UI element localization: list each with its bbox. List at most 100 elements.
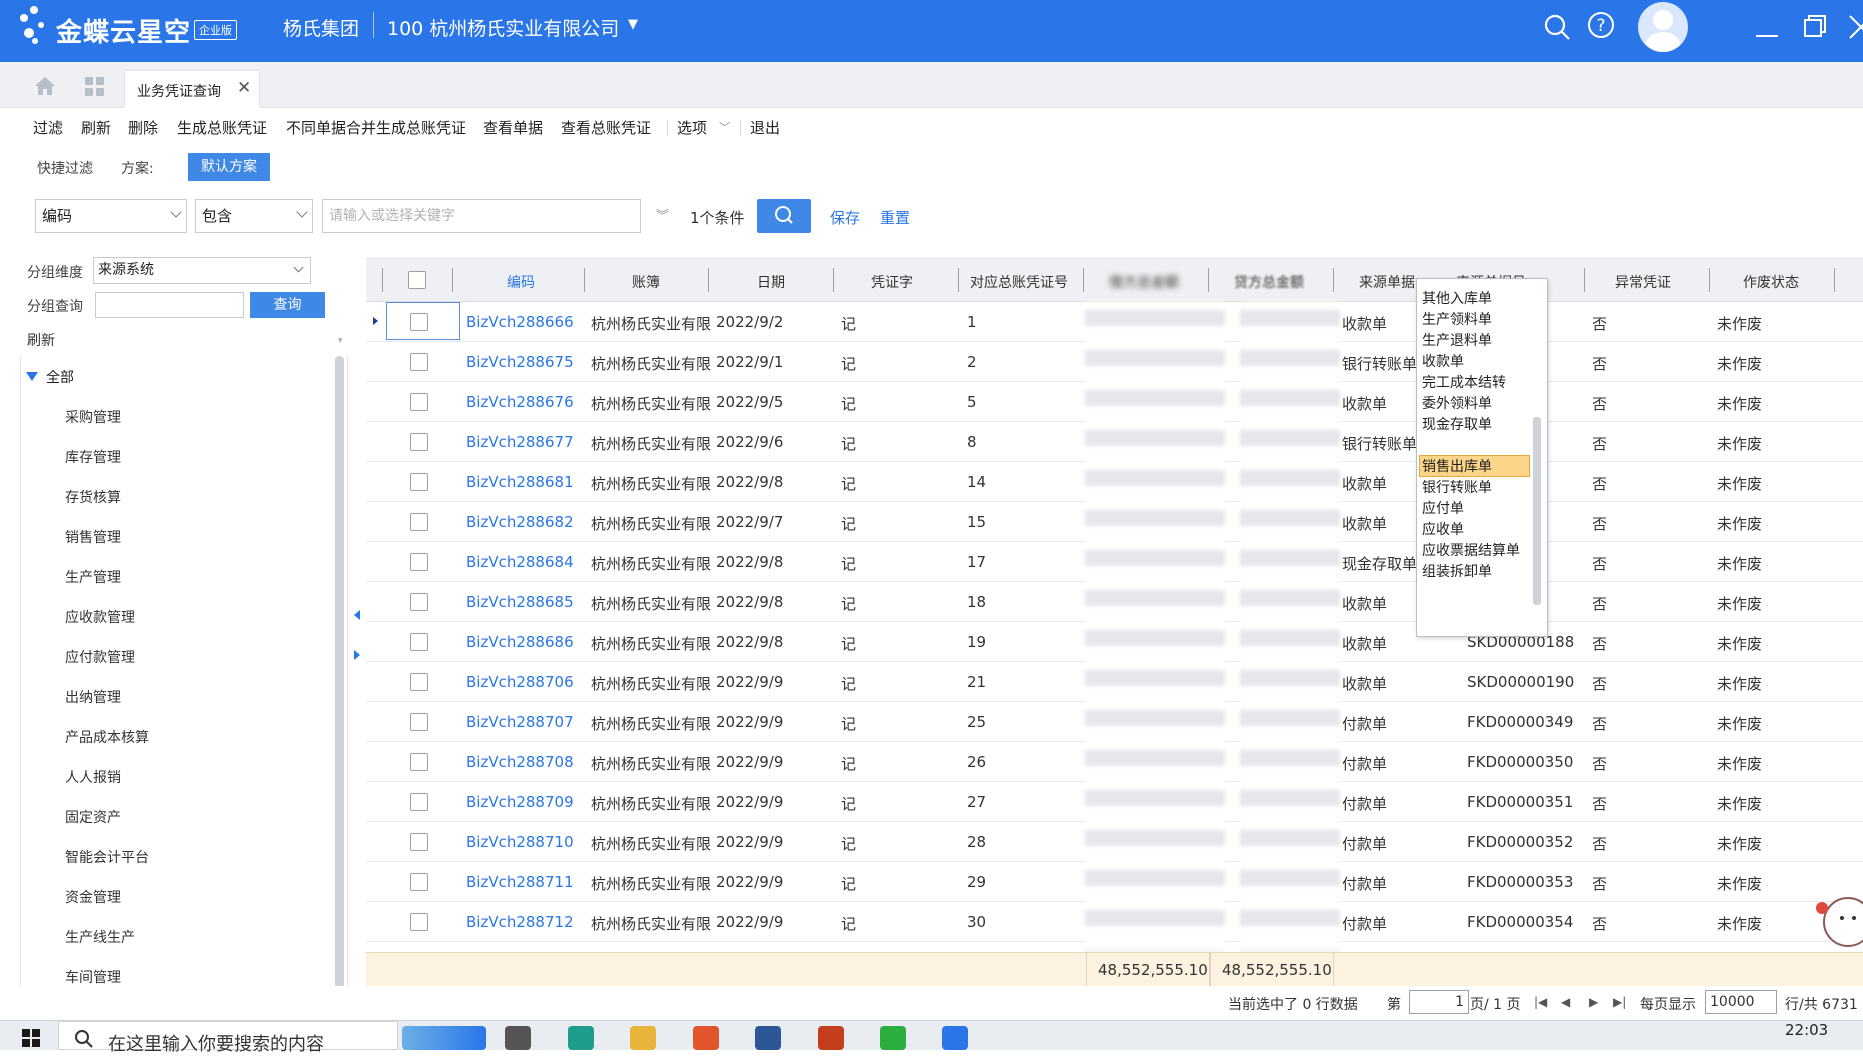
chevron-down-icon[interactable]: ▾	[338, 336, 343, 346]
dropdown-option[interactable]: 应付单	[1422, 498, 1464, 518]
caret-down-icon[interactable]	[26, 372, 38, 381]
delete-button[interactable]: 删除	[128, 117, 158, 138]
tree-item[interactable]: 固定资产	[65, 807, 121, 827]
row-code-link[interactable]: BizVch288666	[466, 313, 574, 331]
row-code-link[interactable]: BizVch288684	[466, 553, 574, 571]
first-page-icon[interactable]: |◀	[1534, 995, 1547, 1009]
dropdown-option[interactable]: 其他入库单	[1422, 288, 1492, 308]
tree-item[interactable]: 应收款管理	[65, 607, 135, 627]
dropdown-option[interactable]: 委外领料单	[1422, 393, 1492, 413]
next-page-icon[interactable]: ▶	[1589, 995, 1598, 1009]
windows-start-icon[interactable]	[22, 1029, 40, 1047]
row-checkbox[interactable]	[410, 753, 428, 771]
row-code-link[interactable]: BizVch288682	[466, 513, 574, 531]
page-number-input[interactable]: 1	[1409, 990, 1469, 1014]
word-icon[interactable]	[755, 1026, 781, 1050]
dropdown-option[interactable]: 应收单	[1422, 519, 1464, 539]
column-void-status[interactable]: 作废状态	[1743, 272, 1799, 292]
tree-item[interactable]: 出纳管理	[65, 687, 121, 707]
task-view-icon[interactable]	[505, 1026, 531, 1050]
row-checkbox[interactable]	[410, 433, 428, 451]
column-date[interactable]: 日期	[757, 272, 785, 292]
tree-item[interactable]: 智能会计平台	[65, 847, 149, 867]
dropdown-option[interactable]: 组装拆卸单	[1422, 561, 1492, 581]
last-page-icon[interactable]: ▶|	[1613, 995, 1626, 1009]
row-code-link[interactable]: BizVch288681	[466, 473, 574, 491]
row-code-link[interactable]: BizVch288677	[466, 433, 574, 451]
row-code-link[interactable]: BizVch288706	[466, 673, 574, 691]
help-icon[interactable]: ?	[1586, 10, 1616, 40]
powerpoint-icon[interactable]	[818, 1026, 844, 1050]
dropdown-option[interactable]: 银行转账单	[1422, 477, 1492, 497]
reset-button[interactable]: 重置	[880, 207, 910, 228]
tree-scrollbar[interactable]	[335, 356, 344, 992]
condition-count[interactable]: 1个条件	[690, 207, 745, 228]
close-window-icon[interactable]	[1846, 12, 1863, 42]
per-page-select[interactable]: 10000	[1705, 990, 1777, 1014]
refresh-button[interactable]: 刷新	[81, 117, 111, 138]
options-menu[interactable]: 选项	[677, 117, 707, 138]
view-gl-voucher-button[interactable]: 查看总账凭证	[561, 117, 651, 138]
column-credit-total[interactable]: 贷方总金额	[1234, 272, 1304, 292]
tree-item[interactable]: 生产线生产	[65, 927, 135, 947]
kingdee-app-icon[interactable]	[942, 1026, 968, 1050]
default-scheme-button[interactable]: 默认方案	[188, 153, 270, 181]
row-code-link[interactable]: BizVch288710	[466, 833, 574, 851]
row-code-link[interactable]: BizVch288685	[466, 593, 574, 611]
keyword-input[interactable]	[322, 199, 641, 233]
search-icon[interactable]	[1542, 12, 1572, 42]
company-name[interactable]: 100 杭州杨氏实业有限公司	[387, 14, 619, 41]
tree-item[interactable]: 销售管理	[65, 527, 121, 547]
dropdown-option[interactable]: 生产退料单	[1422, 330, 1492, 350]
dropdown-option[interactable]: 现金存取单	[1422, 414, 1492, 434]
group-dimension-select[interactable]: 来源系统	[93, 257, 311, 284]
company-dropdown-icon[interactable]: ▼	[628, 17, 638, 32]
save-button[interactable]: 保存	[830, 207, 860, 228]
row-checkbox[interactable]	[410, 793, 428, 811]
taskbar-clock[interactable]: 22:03	[1785, 1021, 1828, 1039]
row-checkbox[interactable]	[410, 393, 428, 411]
exit-button[interactable]: 退出	[750, 117, 780, 138]
row-checkbox[interactable]	[410, 473, 428, 491]
tab-voucher-query[interactable]: 业务凭证查询 ✕	[124, 70, 260, 108]
row-code-link[interactable]: BizVch288676	[466, 393, 574, 411]
apps-grid-icon[interactable]	[85, 77, 105, 97]
tree-item[interactable]: 应付款管理	[65, 647, 135, 667]
avatar[interactable]	[1638, 2, 1688, 52]
dropdown-scrollbar[interactable]	[1533, 417, 1541, 605]
tree-item[interactable]: 生产管理	[65, 567, 121, 587]
column-book[interactable]: 账簿	[632, 272, 660, 292]
org-name[interactable]: 杨氏集团	[283, 14, 359, 41]
tree-root-all[interactable]: 全部	[46, 367, 74, 387]
row-code-link[interactable]: BizVch288707	[466, 713, 574, 731]
tree-item[interactable]: 车间管理	[65, 967, 121, 987]
tree-item[interactable]: 采购管理	[65, 407, 121, 427]
row-checkbox[interactable]	[410, 873, 428, 891]
collapse-left-icon[interactable]	[354, 610, 360, 620]
row-code-link[interactable]: BizVch288709	[466, 793, 574, 811]
home-icon[interactable]	[34, 76, 56, 96]
dropdown-option[interactable]: 收款单	[1422, 351, 1464, 371]
tree-item[interactable]: 资金管理	[65, 887, 121, 907]
search-highlight-icon[interactable]	[402, 1026, 486, 1050]
row-checkbox[interactable]	[410, 633, 428, 651]
prev-page-icon[interactable]: ◀	[1561, 995, 1570, 1009]
column-abnormal[interactable]: 异常凭证	[1615, 272, 1671, 292]
taskbar-search-text[interactable]: 在这里输入你要搜索的内容	[108, 1030, 324, 1056]
column-source-doc[interactable]: 来源单据	[1359, 272, 1415, 292]
file-explorer-icon[interactable]	[630, 1026, 656, 1050]
wechat-icon[interactable]	[880, 1026, 906, 1050]
dropdown-selected-option[interactable]: 销售出库单	[1422, 456, 1492, 476]
row-checkbox[interactable]	[410, 913, 428, 931]
dropdown-option[interactable]: 应收票据结算单	[1422, 540, 1520, 560]
expand-conditions-icon[interactable]: ︾	[656, 205, 669, 224]
column-code[interactable]: 编码	[507, 272, 535, 292]
minimize-icon[interactable]	[1752, 12, 1782, 42]
row-checkbox[interactable]	[410, 513, 428, 531]
maximize-icon[interactable]	[1800, 12, 1830, 42]
row-checkbox[interactable]	[410, 593, 428, 611]
row-code-link[interactable]: BizVch288712	[466, 913, 574, 931]
row-code-link[interactable]: BizVch288711	[466, 873, 574, 891]
chevron-down-icon[interactable]: ﹀	[719, 119, 730, 135]
filter-field-select[interactable]: 编码	[35, 199, 187, 233]
